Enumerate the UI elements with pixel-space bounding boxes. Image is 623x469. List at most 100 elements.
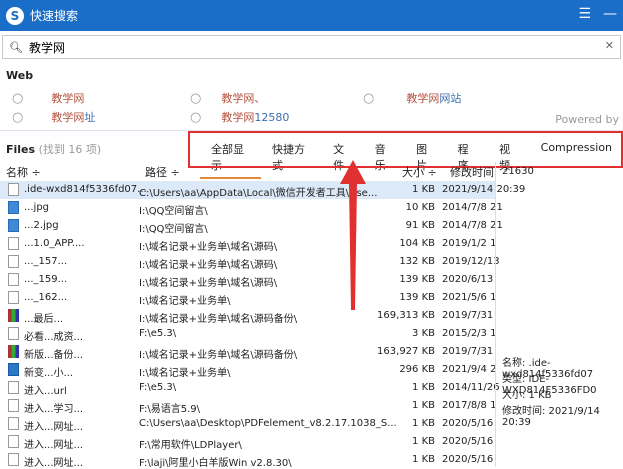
table-row[interactable]: ...最后... I:\域名记录+业务单\域名\源码备份\ 169,313 KB… bbox=[0, 307, 495, 325]
file-size: 3 KB bbox=[412, 328, 435, 339]
web-suggestion[interactable]: ○ 教学网、 bbox=[190, 90, 265, 106]
preview-size: 大小: 1 KB bbox=[502, 390, 552, 401]
search-icon: ○ bbox=[190, 109, 202, 125]
minimize-icon[interactable]: — bbox=[603, 6, 617, 22]
file-size: 139 KB bbox=[399, 292, 435, 303]
file-path: I:\QQ空间留言\ bbox=[139, 206, 208, 217]
file-path: I:\域名记录+业务单\域名\源码备份\ bbox=[139, 314, 298, 325]
web-suggestion[interactable]: ○ 教学网址 bbox=[12, 109, 95, 125]
table-row[interactable]: ..._162... I:\域名记录+业务单\ 139 KB 2021/5/6 … bbox=[0, 289, 497, 307]
file-size: 91 KB bbox=[405, 220, 435, 231]
file-name: .ide-wxd814f5336fd07... bbox=[24, 184, 147, 195]
jpg-file-icon bbox=[8, 201, 19, 214]
table-row[interactable]: ..._157... I:\域名记录+业务单\域名\源码\ 132 KB 201… bbox=[0, 253, 500, 271]
file-path: F:\常用软件\LDPlayer\ bbox=[139, 440, 242, 451]
file-name: 新变...小... bbox=[24, 368, 74, 379]
file-date: 2020/5/16 bbox=[442, 436, 494, 447]
psd-file-icon bbox=[8, 363, 19, 376]
file-date: 2021/9/14 20:39 bbox=[442, 184, 526, 195]
file-path: I:\QQ空间留言\ bbox=[139, 224, 208, 235]
table-row[interactable]: 进入...网址... C:\Users\aa\Desktop\PDFelemen… bbox=[0, 415, 495, 433]
file-date: 2021/5/6 1 bbox=[442, 292, 497, 303]
file-date: 2019/1/2 1 bbox=[442, 238, 497, 249]
jpg-file-icon bbox=[8, 219, 19, 232]
title-bar: S 快速搜索 ☰ — bbox=[0, 0, 623, 31]
table-row[interactable]: 必看...成资... F:\e5.3\ 3 KB 2015/2/3 1 bbox=[0, 325, 496, 343]
file-path: F:\e5.3\ bbox=[139, 328, 177, 339]
file-size: 132 KB bbox=[399, 256, 435, 267]
search-icon: ○ bbox=[363, 90, 375, 106]
file-date: 2019/12/13 bbox=[442, 256, 500, 267]
web-suggestion[interactable]: ○ 教学网 12580 bbox=[190, 109, 289, 125]
file-file-icon bbox=[8, 255, 19, 268]
file-date: 2020/5/16 bbox=[442, 454, 494, 465]
result-count: (找到 16 项) bbox=[38, 143, 102, 156]
column-name[interactable]: 名称 ÷ bbox=[6, 164, 41, 180]
file-date: 2014/7/8 21 bbox=[442, 220, 503, 231]
file-name: ...2.jpg bbox=[24, 220, 59, 231]
web-section-label: Web bbox=[6, 69, 34, 82]
file-date: 2020/5/16 bbox=[442, 418, 494, 429]
table-row[interactable]: ...jpg I:\QQ空间留言\ 10 KB 2014/7/8 21 bbox=[0, 199, 503, 217]
file-path: I:\域名记录+业务单\域名\源码\ bbox=[139, 260, 278, 271]
file-file-icon bbox=[8, 291, 19, 304]
column-size[interactable]: 大小 ÷ bbox=[402, 164, 437, 180]
rar-file-icon bbox=[8, 309, 19, 322]
window-title: 快速搜索 bbox=[30, 9, 79, 23]
preview-modified: 修改时间: 2021/9/14 20:39 bbox=[502, 406, 600, 428]
file-size: 296 KB bbox=[399, 364, 435, 375]
table-row[interactable]: 新变...小... I:\域名记录+业务单\ 296 KB 2021/9/4 2 bbox=[0, 361, 497, 379]
file-file-icon bbox=[8, 381, 19, 394]
column-date[interactable]: 修改时间 bbox=[450, 164, 494, 180]
file-file-icon bbox=[8, 417, 19, 430]
search-icon: ○ bbox=[12, 109, 24, 125]
rar-file-icon bbox=[8, 345, 19, 358]
file-name: ..._159... bbox=[24, 274, 68, 285]
table-row[interactable]: ...2.jpg I:\QQ空间留言\ 91 KB 2014/7/8 21 bbox=[0, 217, 503, 235]
file-file-icon bbox=[8, 453, 19, 466]
file-file-icon bbox=[8, 435, 19, 448]
web-suggestion[interactable]: ○ 教学网 bbox=[12, 90, 84, 106]
table-row[interactable]: ..._159... I:\域名记录+业务单\域名\源码\ 139 KB 202… bbox=[0, 271, 495, 289]
file-name: 进入...学习... bbox=[24, 404, 84, 415]
file-name: 进入...url bbox=[24, 386, 67, 397]
file-file-icon bbox=[8, 237, 19, 250]
web-suggestion[interactable]: ○ 教学网 网站 bbox=[363, 90, 461, 106]
search-icon: 🔍︎ bbox=[9, 40, 23, 54]
table-row[interactable]: 进入...网址... F:\常用软件\LDPlayer\ 1 KB 2020/5… bbox=[0, 433, 495, 451]
search-input[interactable] bbox=[28, 40, 589, 54]
file-name: 进入...网址... bbox=[24, 440, 84, 451]
table-row[interactable]: 进入...url F:\e5.3\ 1 KB 2014/11/26 bbox=[0, 379, 500, 397]
file-size: 1 KB bbox=[412, 418, 435, 429]
table-row[interactable]: 新版...备份... I:\域名记录+业务单\域名\源码备份\ 163,927 … bbox=[0, 343, 495, 361]
file-file-icon bbox=[8, 183, 19, 196]
file-name: ...jpg bbox=[24, 202, 50, 213]
column-path[interactable]: 路径 ÷ bbox=[145, 164, 180, 180]
file-path: C:\Users\aa\Desktop\PDFelement_v8.2.17.1… bbox=[139, 418, 397, 429]
file-name: ..._162... bbox=[24, 292, 68, 303]
file-date: 2014/7/8 21 bbox=[442, 202, 503, 213]
file-name: 进入...网址... bbox=[24, 422, 84, 433]
file-size: 163,927 KB bbox=[377, 346, 435, 357]
table-row[interactable]: .ide-wxd814f5336fd07... C:\Users\aa\AppD… bbox=[0, 181, 525, 199]
file-size: 169,313 KB bbox=[377, 310, 435, 321]
table-row[interactable]: ...1.0_APP.... I:\域名记录+业务单\域名\源码\ 104 KB… bbox=[0, 235, 497, 253]
file-date: 2019/7/31 bbox=[442, 346, 494, 357]
search-bar: 🔍︎ ✕ bbox=[2, 35, 621, 59]
powered-by: Powered by bbox=[555, 113, 619, 126]
file-size: 139 KB bbox=[399, 274, 435, 285]
file-name: ...1.0_APP.... bbox=[24, 238, 85, 249]
clear-icon[interactable]: ✕ bbox=[605, 39, 614, 52]
preview-divider[interactable] bbox=[495, 162, 496, 467]
file-date: 2021/9/4 2 bbox=[442, 364, 497, 375]
menu-icon[interactable]: ☰ bbox=[578, 6, 591, 22]
table-row[interactable]: 进入...网址... F:\laji\阿里小白羊版Win v2.8.30\ 1 … bbox=[0, 451, 495, 469]
search-icon: ○ bbox=[190, 90, 202, 106]
file-name: ...最后... bbox=[24, 314, 64, 325]
file-list: .ide-wxd814f5336fd07... C:\Users\aa\AppD… bbox=[0, 181, 525, 469]
file-size: 1 KB bbox=[412, 454, 435, 465]
file-size: 1 KB bbox=[412, 184, 435, 195]
table-row[interactable]: 进入...学习... F:\易语言5.9\ 1 KB 2017/8/8 1 bbox=[0, 397, 496, 415]
file-date: 2020/6/13 bbox=[442, 274, 494, 285]
file-size: 1 KB bbox=[412, 400, 435, 411]
